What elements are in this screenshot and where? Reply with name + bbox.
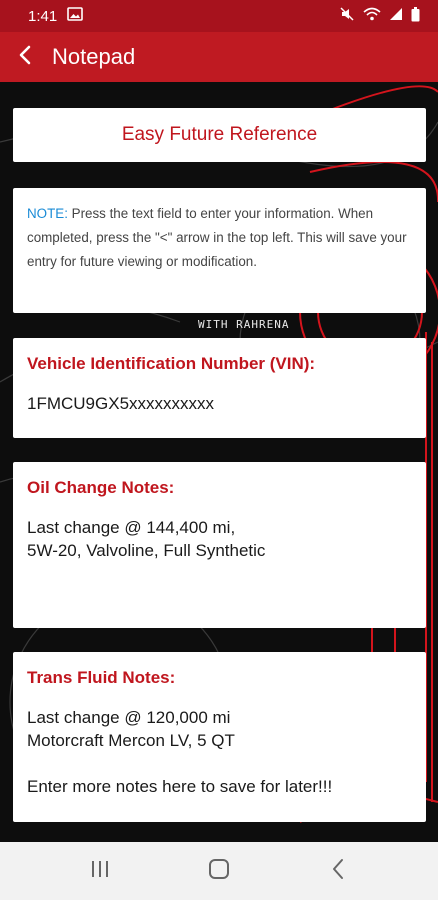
- trans-card[interactable]: Trans Fluid Notes: Last change @ 120,000…: [13, 652, 426, 822]
- page-title: Notepad: [52, 44, 136, 69]
- battery-icon: [411, 6, 420, 26]
- recents-icon: [89, 859, 111, 884]
- vin-heading: Vehicle Identification Number (VIN):: [27, 354, 316, 373]
- status-right: [339, 6, 420, 26]
- system-back-button[interactable]: [308, 851, 368, 891]
- note-text: NOTE: Press the text field to enter your…: [27, 202, 412, 274]
- image-icon: [67, 7, 84, 25]
- status-bar: 1:41: [0, 0, 438, 32]
- oil-heading: Oil Change Notes:: [27, 478, 175, 497]
- note-body: Press the text field to enter your infor…: [27, 206, 407, 269]
- watermark: WITH RAHRENA: [198, 318, 290, 331]
- vin-field[interactable]: 1FMCU9GX5xxxxxxxxxx: [27, 392, 412, 415]
- chevron-left-icon: [18, 45, 32, 70]
- trans-heading: Trans Fluid Notes:: [27, 668, 176, 687]
- signal-icon: [389, 7, 403, 25]
- system-nav-bar: [0, 842, 438, 900]
- home-icon: [208, 858, 230, 885]
- app-bar: Notepad: [0, 32, 438, 82]
- wifi-icon: [363, 7, 381, 25]
- back-button[interactable]: [0, 32, 50, 82]
- recents-button[interactable]: [70, 851, 130, 891]
- note-label: NOTE:: [27, 206, 68, 221]
- reference-title: Easy Future Reference: [121, 124, 318, 145]
- main-content: Easy Future Reference NOTE: Press the te…: [0, 82, 438, 842]
- vin-card[interactable]: Vehicle Identification Number (VIN): 1FM…: [13, 338, 426, 438]
- oil-card[interactable]: Oil Change Notes: Last change @ 144,400 …: [13, 462, 426, 628]
- oil-notes-field[interactable]: Last change @ 144,400 mi, 5W-20, Valvoli…: [27, 516, 412, 562]
- trans-notes-field[interactable]: Last change @ 120,000 mi Motorcraft Merc…: [27, 706, 412, 798]
- note-card: NOTE: Press the text field to enter your…: [13, 188, 426, 313]
- status-time: 1:41: [28, 7, 58, 25]
- back-icon: [331, 858, 345, 885]
- mute-icon: [339, 6, 355, 26]
- status-left: 1:41: [28, 7, 84, 25]
- reference-card: Easy Future Reference: [13, 108, 426, 162]
- home-button[interactable]: [189, 851, 249, 891]
